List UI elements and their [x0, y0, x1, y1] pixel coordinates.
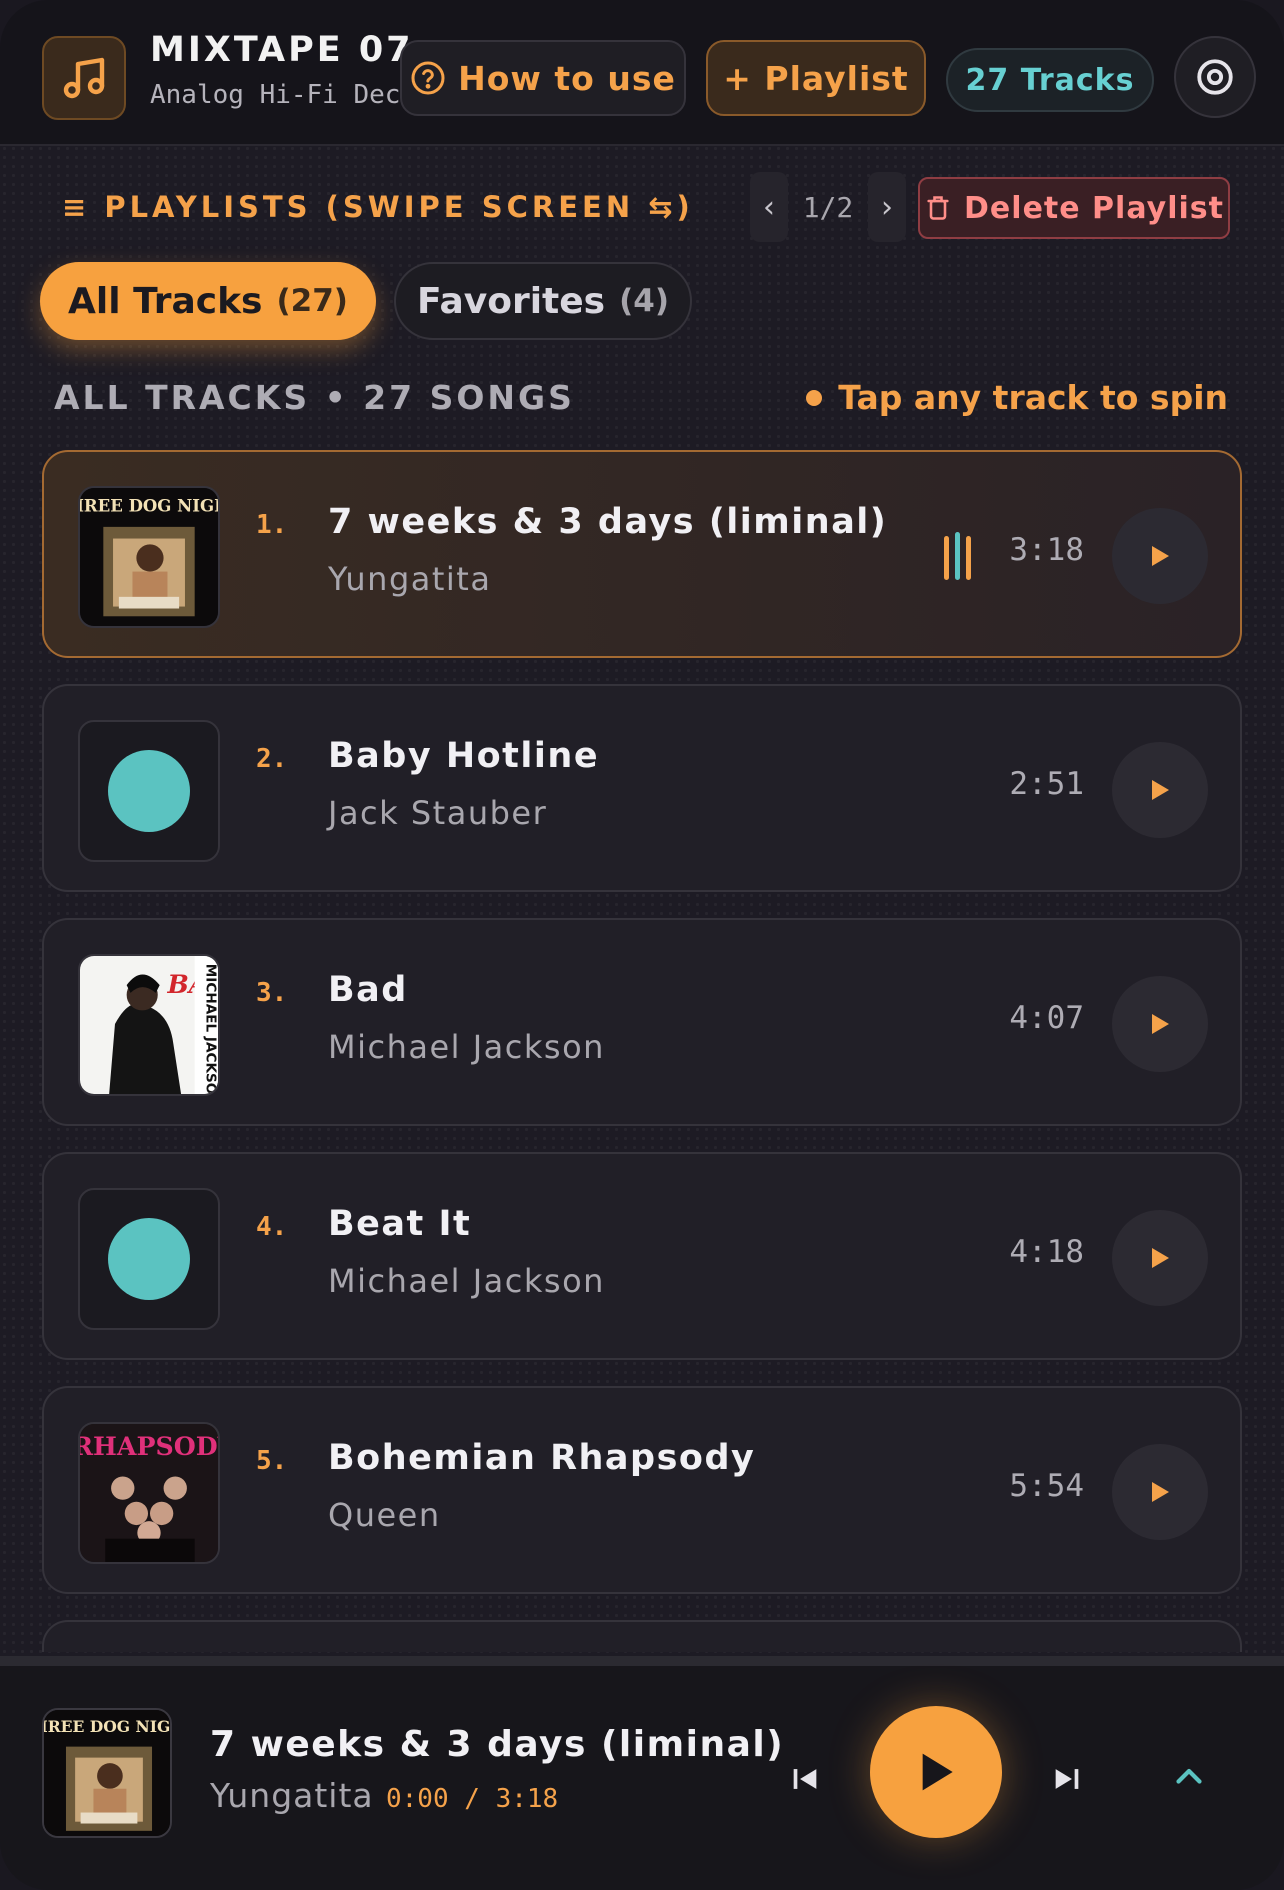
previous-track-button[interactable] — [780, 1754, 830, 1804]
music-note-icon — [42, 36, 126, 120]
track-number: 4. — [256, 1212, 288, 1242]
album-art: THREE DOG NIGHT — [78, 486, 220, 628]
expand-player-button[interactable] — [1164, 1752, 1214, 1802]
track-title: Baby Hotline — [328, 736, 600, 776]
svg-text:THREE DOG NIGHT: THREE DOG NIGHT — [80, 495, 218, 515]
playlist-pager: ‹ 1/2 › — [750, 172, 906, 242]
svg-text:THREE DOG NIGHT: THREE DOG NIGHT — [44, 1717, 172, 1736]
now-playing-bar: THREE DOG NIGHT 7 weeks & 3 days (limina… — [0, 1656, 1284, 1890]
disc-icon — [108, 750, 190, 832]
next-playlist-button[interactable]: › — [868, 172, 906, 242]
tab-all-tracks[interactable]: All Tracks (27) — [40, 262, 376, 340]
track-row[interactable]: 4. Beat It Michael Jackson 4:18 — [42, 1152, 1242, 1360]
skip-forward-icon — [1055, 1769, 1079, 1789]
track-duration: 2:51 — [1009, 766, 1084, 802]
album-art: BAD MICHAEL JACKSON — [78, 954, 220, 1096]
tab-favorites-count: (4) — [619, 283, 670, 319]
play-icon — [1152, 546, 1169, 566]
play-icon — [1152, 1482, 1169, 1502]
track-number: 1. — [256, 510, 288, 540]
album-art-placeholder — [78, 1188, 220, 1330]
app-frame: MIXTAPE 07 Analog Hi-Fi Deck How to use … — [0, 0, 1284, 1890]
track-artist: Yungatita — [328, 560, 492, 598]
track-duration: 5:54 — [1009, 1468, 1084, 1504]
play-icon — [1152, 1014, 1169, 1034]
playlists-label: ≡ PLAYLISTS (SWIPE SCREEN ⇆) — [62, 190, 694, 224]
prev-playlist-button[interactable]: ‹ — [750, 172, 788, 242]
track-number: 5. — [256, 1446, 288, 1476]
delete-playlist-button[interactable]: Delete Playlist — [918, 177, 1230, 239]
play-icon — [922, 1753, 953, 1791]
track-title: Bad — [328, 970, 408, 1010]
hint-dot-icon — [806, 389, 823, 406]
now-playing-time: 0:00 / 3:18 — [386, 1784, 559, 1814]
album-art: RHAPSODY — [78, 1422, 220, 1564]
track-number: 2. — [256, 744, 288, 774]
how-to-use-label: How to use — [458, 58, 676, 98]
disc-icon — [108, 1218, 190, 1300]
chevron-up-icon — [1176, 1768, 1202, 1784]
how-to-use-button[interactable]: How to use — [400, 40, 686, 116]
play-icon — [1152, 780, 1169, 800]
track-duration: 3:18 — [1009, 532, 1084, 568]
playlists-label-text: PLAYLISTS (SWIPE SCREEN ⇆) — [104, 190, 694, 224]
album-art-placeholder — [78, 720, 220, 862]
track-play-button[interactable] — [1112, 976, 1208, 1072]
main-play-button[interactable] — [870, 1706, 1002, 1838]
track-row[interactable] — [42, 1620, 1242, 1652]
menu-icon: ≡ — [62, 190, 91, 224]
track-artist: Queen — [328, 1496, 441, 1534]
add-playlist-button[interactable]: + Playlist — [706, 40, 926, 116]
track-row[interactable]: THREE DOG NIGHT 1. 7 weeks & 3 days (lim… — [42, 450, 1242, 658]
svg-text:RHAPSODY: RHAPSODY — [80, 1431, 218, 1461]
now-playing-title: 7 weeks & 3 days (liminal) — [210, 1724, 785, 1765]
add-playlist-label: + Playlist — [723, 58, 909, 98]
tab-all-tracks-count: (27) — [276, 283, 348, 319]
now-playing-album-art: THREE DOG NIGHT — [42, 1708, 172, 1838]
app-title: MIXTAPE 07 — [150, 30, 414, 70]
track-artist: Michael Jackson — [328, 1262, 605, 1300]
track-artist: Michael Jackson — [328, 1028, 605, 1066]
settings-button[interactable] — [1174, 36, 1256, 118]
app-subtitle: Analog Hi-Fi Deck — [150, 80, 417, 110]
tab-favorites-label: Favorites — [416, 280, 606, 322]
delete-playlist-label: Delete Playlist — [964, 190, 1224, 226]
now-playing-equalizer-icon — [944, 532, 976, 580]
tab-favorites[interactable]: Favorites (4) — [394, 262, 692, 340]
play-icon — [1152, 1248, 1169, 1268]
spin-hint: Tap any track to spin — [806, 378, 1228, 417]
page-indicator: 1/2 — [802, 190, 854, 224]
next-track-button[interactable] — [1042, 1754, 1092, 1804]
track-play-button[interactable] — [1112, 508, 1208, 604]
spin-hint-text: Tap any track to spin — [838, 378, 1228, 417]
track-title: Bohemian Rhapsody — [328, 1438, 756, 1478]
track-play-button[interactable] — [1112, 742, 1208, 838]
section-title: ALL TRACKS • 27 SONGS — [54, 378, 575, 417]
trash-icon — [927, 196, 949, 220]
tab-all-tracks-label: All Tracks — [68, 280, 263, 322]
help-circle-icon — [411, 61, 445, 95]
track-list: THREE DOG NIGHT 1. 7 weeks & 3 days (lim… — [42, 450, 1242, 1652]
track-row[interactable]: 2. Baby Hotline Jack Stauber 2:51 — [42, 684, 1242, 892]
track-title: 7 weeks & 3 days (liminal) — [328, 502, 888, 542]
track-duration: 4:07 — [1009, 1000, 1084, 1036]
tracks-count-label: 27 Tracks — [965, 62, 1135, 98]
track-duration: 4:18 — [1009, 1234, 1084, 1270]
svg-text:MICHAEL JACKSON: MICHAEL JACKSON — [202, 964, 218, 1096]
track-artist: Jack Stauber — [328, 794, 548, 832]
track-row[interactable]: RHAPSODY 5. Bohemian Rhapsody Queen 5:54 — [42, 1386, 1242, 1594]
now-playing-artist: Yungatita — [210, 1776, 374, 1815]
app-header: MIXTAPE 07 Analog Hi-Fi Deck How to use … — [0, 0, 1284, 146]
track-play-button[interactable] — [1112, 1210, 1208, 1306]
settings-icon — [1197, 59, 1233, 95]
tracks-count-badge: 27 Tracks — [946, 48, 1154, 112]
skip-back-icon — [793, 1769, 817, 1789]
track-play-button[interactable] — [1112, 1444, 1208, 1540]
track-number: 3. — [256, 978, 288, 1008]
track-row[interactable]: BAD MICHAEL JACKSON 3. Bad Michael Jacks… — [42, 918, 1242, 1126]
track-title: Beat It — [328, 1204, 472, 1244]
